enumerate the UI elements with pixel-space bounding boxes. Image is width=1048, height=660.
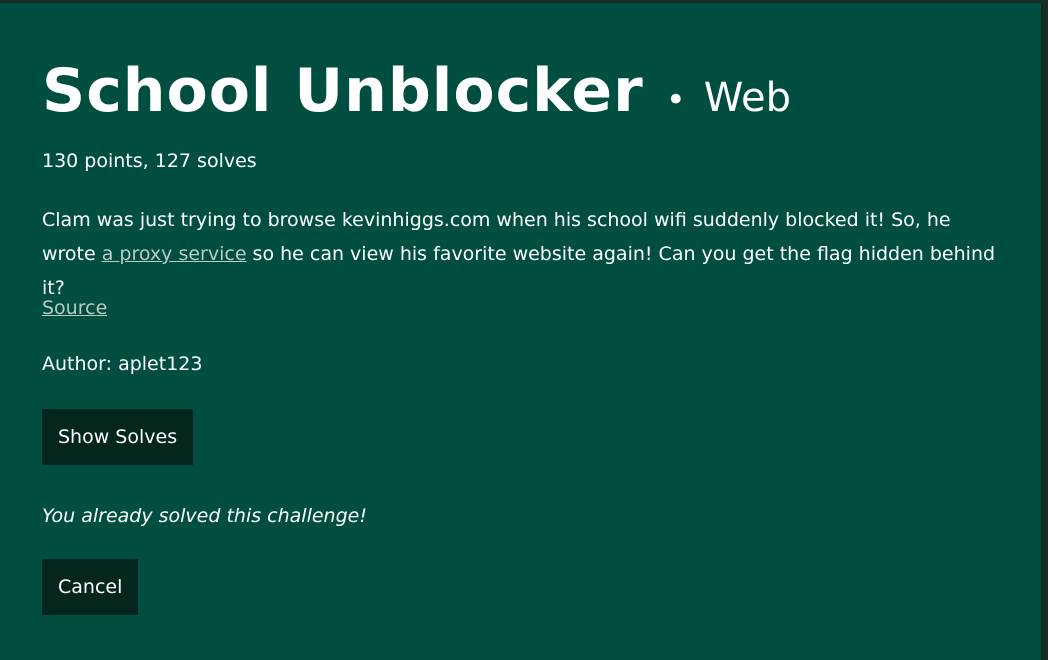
challenge-content: School Unblocker • Web 130 points, 127 s… (42, 55, 1002, 615)
challenge-category: Web (703, 75, 791, 121)
challenge-description: Clam was just trying to browse kevinhigg… (42, 203, 997, 305)
challenge-modal: School Unblocker • Web 130 points, 127 s… (0, 3, 1043, 660)
author-line: Author: aplet123 (42, 353, 203, 375)
proxy-service-link[interactable]: a proxy service (102, 243, 247, 265)
show-solves-button[interactable]: Show Solves (42, 409, 194, 465)
solved-message: You already solved this challenge! (42, 505, 367, 527)
points-solves: 130 points, 127 solves (42, 150, 257, 172)
source-container: Source (42, 295, 107, 321)
challenge-title: School Unblocker (42, 56, 644, 126)
title-row: School Unblocker • Web (42, 55, 1002, 127)
title-separator: • (665, 80, 686, 120)
source-link[interactable]: Source (42, 297, 107, 319)
cancel-button[interactable]: Cancel (42, 559, 139, 615)
